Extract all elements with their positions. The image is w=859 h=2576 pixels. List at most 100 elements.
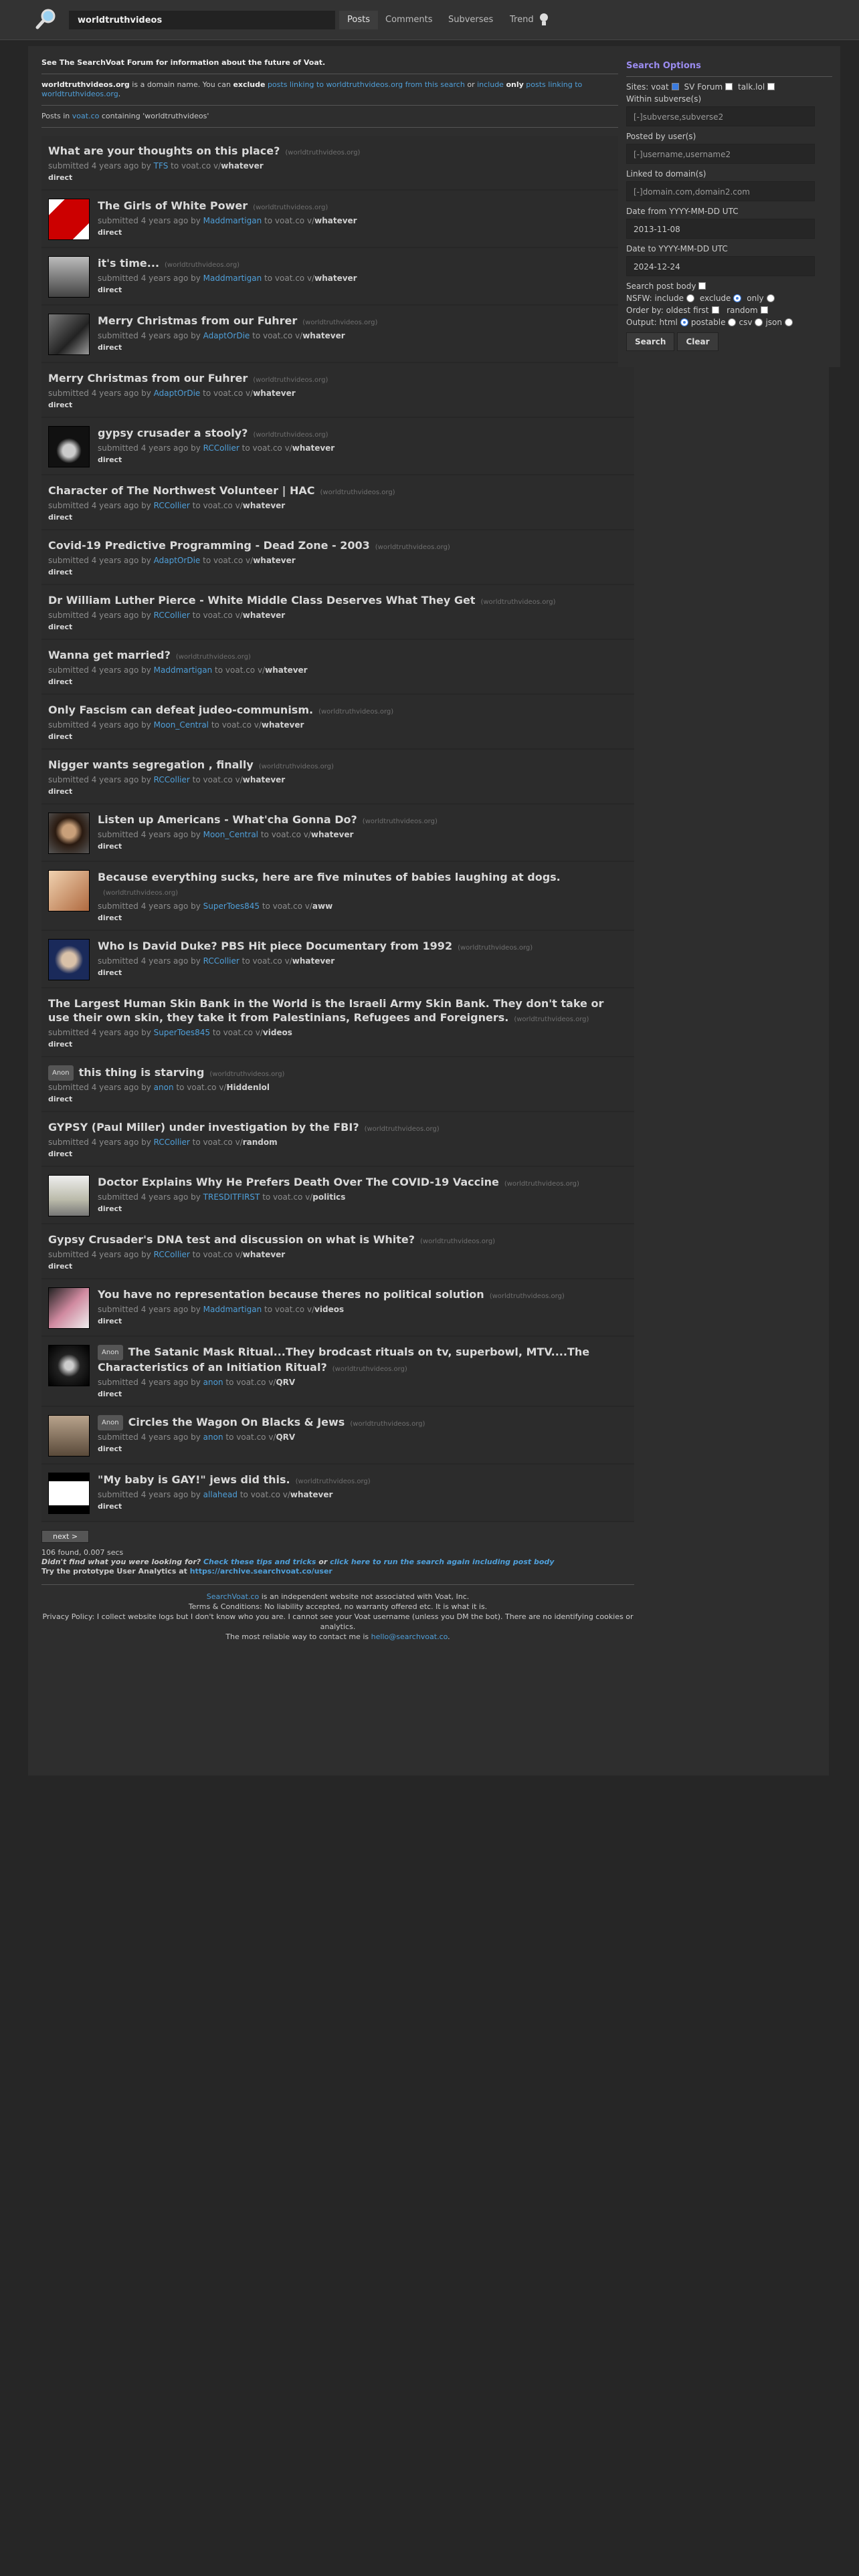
post-subverse[interactable]: whatever xyxy=(290,1490,332,1499)
post-author[interactable]: SuperToes845 xyxy=(154,1028,210,1037)
post-thumbnail[interactable] xyxy=(48,1287,90,1329)
post-domain[interactable]: (worldtruthvideos.org) xyxy=(176,653,251,661)
post-subverse[interactable]: politics xyxy=(312,1192,345,1202)
post-title[interactable]: Covid-19 Predictive Programming - Dead Z… xyxy=(48,539,370,552)
post-subverse[interactable]: whatever xyxy=(243,501,285,510)
site-voat-checkbox[interactable] xyxy=(671,83,679,90)
post-author[interactable]: anon xyxy=(203,1378,223,1387)
tab-subverses[interactable]: Subverses xyxy=(440,11,501,29)
post-author[interactable]: TRESDITFIRST xyxy=(203,1192,260,1202)
domain-link[interactable]: worldtruthvideos.org xyxy=(41,80,130,89)
post-domain[interactable]: (worldtruthvideos.org) xyxy=(420,1238,495,1245)
search-input[interactable] xyxy=(69,11,335,29)
next-page-button[interactable]: next > xyxy=(41,1530,90,1543)
post-author[interactable]: RCCollier xyxy=(154,775,190,784)
lightbulb-icon[interactable] xyxy=(539,12,549,28)
direct-link[interactable]: direct xyxy=(48,1093,628,1105)
post-title[interactable]: Circles the Wagon On Blacks & Jews xyxy=(128,1416,345,1428)
clear-button[interactable]: Clear xyxy=(677,332,719,351)
post-subverse[interactable]: whatever xyxy=(311,830,353,839)
search-button[interactable]: Search xyxy=(626,332,675,351)
post-domain[interactable]: (worldtruthvideos.org) xyxy=(209,1071,284,1078)
post-thumbnail[interactable] xyxy=(48,1415,90,1457)
post-subverse[interactable]: videos xyxy=(314,1305,344,1314)
post-domain[interactable]: (worldtruthvideos.org) xyxy=(253,431,328,439)
exclude-link[interactable]: posts linking to worldtruthvideos.org fr… xyxy=(268,80,465,89)
direct-link[interactable]: direct xyxy=(48,399,628,411)
post-subverse[interactable]: QRV xyxy=(276,1378,295,1387)
post-domain[interactable]: (worldtruthvideos.org) xyxy=(458,944,533,952)
post-domain[interactable]: (worldtruthvideos.org) xyxy=(375,544,450,551)
tab-comments[interactable]: Comments xyxy=(377,11,440,29)
output-postable-radio[interactable] xyxy=(728,318,737,326)
post-subverse[interactable]: whatever xyxy=(292,956,335,966)
post-domain[interactable]: (worldtruthvideos.org) xyxy=(365,1125,440,1133)
post-author[interactable]: Maddmartigan xyxy=(154,665,213,675)
post-author[interactable]: AdaptOrDie xyxy=(203,331,250,340)
archive-link[interactable]: https://archive.searchvoat.co/user xyxy=(190,1567,332,1576)
direct-link[interactable]: direct xyxy=(48,1039,628,1051)
post-title[interactable]: Nigger wants segregation , finally xyxy=(48,758,254,771)
post-author[interactable]: TFS xyxy=(154,161,169,171)
post-subverse[interactable]: whatever xyxy=(243,1250,285,1259)
post-title[interactable]: You have no representation because there… xyxy=(98,1288,484,1301)
post-thumbnail[interactable] xyxy=(48,1473,90,1514)
post-author[interactable]: RCCollier xyxy=(154,611,190,620)
post-subverse[interactable]: QRV xyxy=(276,1432,295,1442)
post-domain[interactable]: (worldtruthvideos.org) xyxy=(332,1366,407,1373)
post-author[interactable]: RCCollier xyxy=(154,1250,190,1259)
post-author[interactable]: RCCollier xyxy=(154,1138,190,1147)
random-checkbox[interactable] xyxy=(760,306,768,314)
post-body-checkbox[interactable] xyxy=(698,282,706,290)
direct-link[interactable]: direct xyxy=(98,841,628,853)
post-author[interactable]: RCCollier xyxy=(203,956,240,966)
post-domain[interactable]: (worldtruthvideos.org) xyxy=(103,889,178,897)
post-author[interactable]: RCCollier xyxy=(154,501,190,510)
post-domain[interactable]: (worldtruthvideos.org) xyxy=(296,1478,371,1485)
post-domain[interactable]: (worldtruthvideos.org) xyxy=(320,489,395,496)
direct-link[interactable]: direct xyxy=(48,512,628,524)
email-link[interactable]: hello@searchvoat.co xyxy=(371,1632,448,1641)
voat-link[interactable]: voat.co xyxy=(72,112,100,120)
post-thumbnail[interactable] xyxy=(48,199,90,240)
post-subverse[interactable]: whatever xyxy=(253,389,295,398)
direct-link[interactable]: direct xyxy=(48,786,628,798)
post-thumbnail[interactable] xyxy=(48,314,90,355)
tips-link[interactable]: Check these tips and tricks xyxy=(203,1558,316,1566)
date-from-input[interactable]: 2013-11-08 xyxy=(626,219,815,239)
site-svforum-checkbox[interactable] xyxy=(725,83,733,90)
post-subverse[interactable]: videos xyxy=(263,1028,292,1037)
linked-domain-input[interactable]: [-]domain.com,domain2.com xyxy=(626,181,815,201)
post-title[interactable]: Merry Christmas from our Fuhrer xyxy=(98,314,297,327)
post-title[interactable]: Merry Christmas from our Fuhrer xyxy=(48,372,248,385)
post-author[interactable]: Moon_Central xyxy=(203,830,258,839)
direct-link[interactable]: direct xyxy=(48,676,628,688)
post-domain[interactable]: (worldtruthvideos.org) xyxy=(253,377,328,384)
post-thumbnail[interactable] xyxy=(48,256,90,298)
tab-trend[interactable]: Trend xyxy=(502,11,542,29)
direct-link[interactable]: direct xyxy=(98,1443,628,1455)
direct-link[interactable]: direct xyxy=(98,1388,628,1400)
direct-link[interactable]: direct xyxy=(48,566,628,578)
output-json-radio[interactable] xyxy=(784,318,793,326)
post-domain[interactable]: (worldtruthvideos.org) xyxy=(514,1016,589,1023)
post-author[interactable]: anon xyxy=(154,1083,174,1092)
post-domain[interactable]: (worldtruthvideos.org) xyxy=(490,1293,565,1300)
post-domain[interactable]: (worldtruthvideos.org) xyxy=(302,319,377,326)
tab-posts[interactable]: Posts xyxy=(339,11,378,29)
direct-link[interactable]: direct xyxy=(98,454,628,466)
post-thumbnail[interactable] xyxy=(48,939,90,980)
direct-link[interactable]: direct xyxy=(48,621,628,633)
site-talk-checkbox[interactable] xyxy=(767,83,775,90)
post-title[interactable]: it's time... xyxy=(98,257,159,270)
direct-link[interactable]: direct xyxy=(98,967,628,979)
post-domain[interactable]: (worldtruthvideos.org) xyxy=(253,204,328,211)
post-author[interactable]: allahead xyxy=(203,1490,237,1499)
post-author[interactable]: anon xyxy=(203,1432,223,1442)
post-subverse[interactable]: whatever xyxy=(243,775,285,784)
post-author[interactable]: Moon_Central xyxy=(154,720,209,730)
post-title[interactable]: GYPSY (Paul Miller) under investigation … xyxy=(48,1121,359,1134)
output-csv-radio[interactable] xyxy=(755,318,763,326)
direct-link[interactable]: direct xyxy=(48,1148,628,1160)
post-thumbnail[interactable] xyxy=(48,870,90,911)
